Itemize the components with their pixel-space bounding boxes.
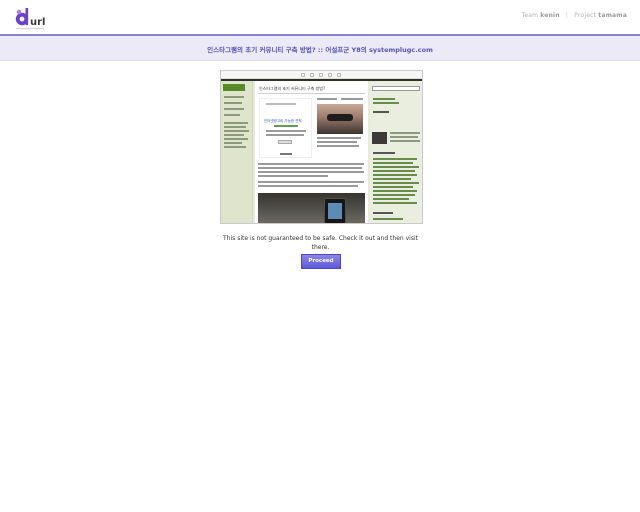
preview-search-box	[372, 86, 420, 91]
title-bar: 인스타그램의 초기 커뮤니티 구축 방법? :: 어설프군 Y8의 system…	[0, 34, 640, 61]
preview-left-sidebar	[221, 81, 253, 223]
preview-body: 인스타그램의 초기 커뮤니티 구축 방법? 인터넷광고비 가능한 견적	[221, 81, 422, 223]
preview-ad-box: 인터넷광고비 가능한 견적	[259, 98, 312, 158]
site-preview-thumbnail: 인스타그램의 초기 커뮤니티 구축 방법? 인터넷광고비 가능한 견적	[220, 70, 423, 224]
preview-icon	[319, 73, 323, 77]
preview-logo-badge	[223, 84, 245, 91]
preview-phone-photo	[258, 193, 365, 223]
project-label: Project	[574, 12, 597, 19]
page-title[interactable]: 인스타그램의 초기 커뮤니티 구축 방법? :: 어설프군 Y8의 system…	[0, 44, 640, 54]
team-label: Team	[521, 12, 539, 19]
safety-warning-message: This site is not guaranteed to be safe. …	[223, 235, 418, 251]
preview-ad-title: 인터넷광고비 가능한 견적	[264, 119, 302, 123]
credits-separator: |	[565, 12, 569, 19]
preview-photo	[317, 104, 363, 134]
svg-text:url: url	[30, 17, 45, 28]
project-name[interactable]: tamama	[598, 12, 627, 19]
credits: Team kenin | Project tamama	[522, 12, 628, 19]
preview-icon	[337, 73, 341, 77]
durl-logo[interactable]: url	[14, 7, 48, 31]
preview-icon	[328, 73, 332, 77]
preview-icon	[310, 73, 314, 77]
preview-post-title: 인스타그램의 초기 커뮤니티 구축 방법?	[259, 86, 326, 91]
proceed-button[interactable]: Proceed	[301, 254, 341, 269]
preview-main-column: 인스타그램의 초기 커뮤니티 구축 방법? 인터넷광고비 가능한 견적	[255, 81, 368, 223]
preview-right-sidebar	[370, 81, 422, 223]
preview-icon	[301, 73, 305, 77]
top-header: url Team kenin | Project tamama	[0, 0, 640, 34]
preview-toolbar	[221, 71, 422, 79]
team-name[interactable]: kenin	[540, 12, 560, 19]
preview-avatar	[372, 132, 387, 144]
